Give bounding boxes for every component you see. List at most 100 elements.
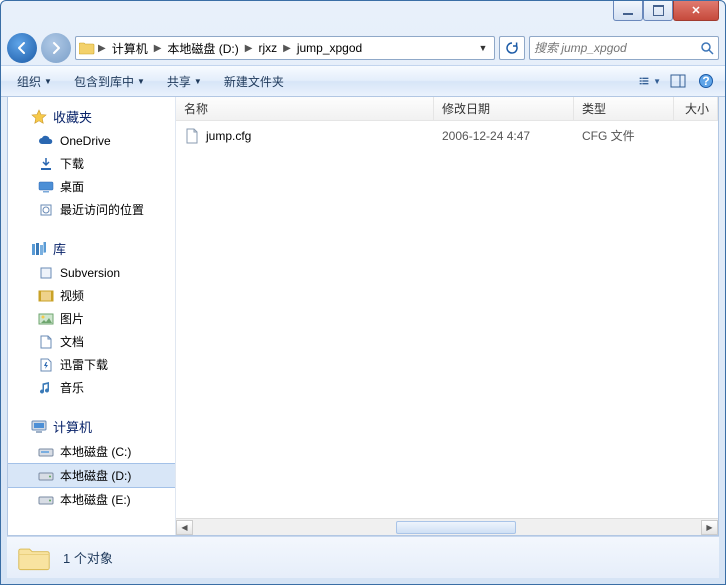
group-label: 计算机: [53, 417, 92, 436]
picture-icon: [38, 311, 54, 327]
address-bar[interactable]: ▶ 计算机 ▶ 本地磁盘 (D:) ▶ rjxz ▶ jump_xpgod ▼: [75, 36, 495, 60]
file-date: 2006-12-24 4:47: [434, 125, 574, 146]
scroll-left-button[interactable]: ◀: [176, 520, 193, 535]
tree-label: 音乐: [60, 379, 84, 396]
file-name: jump.cfg: [206, 129, 251, 143]
computer-group[interactable]: 计算机: [8, 413, 175, 440]
navigation-row: ▶ 计算机 ▶ 本地磁盘 (D:) ▶ rjxz ▶ jump_xpgod ▼: [1, 31, 725, 65]
sidebar-item-drive-d[interactable]: 本地磁盘 (D:): [8, 463, 175, 488]
video-icon: [38, 288, 54, 304]
tree-label: 图片: [60, 310, 84, 327]
search-box[interactable]: [529, 36, 719, 60]
tree-label: OneDrive: [60, 134, 111, 148]
group-label: 库: [53, 239, 66, 258]
document-icon: [38, 334, 54, 350]
status-bar: 1 个对象: [7, 536, 719, 578]
share-menu[interactable]: 共享▼: [159, 70, 210, 93]
back-button[interactable]: [7, 33, 37, 63]
chevron-right-icon: ▶: [243, 43, 255, 54]
music-icon: [38, 380, 54, 396]
file-type: CFG 文件: [574, 125, 674, 146]
file-icon: [184, 128, 200, 144]
search-input[interactable]: [534, 41, 696, 55]
sidebar-item-subversion[interactable]: Subversion: [8, 262, 175, 284]
forward-button[interactable]: [41, 33, 71, 63]
window-controls: [613, 1, 719, 21]
tree-label: 本地磁盘 (C:): [60, 443, 131, 460]
minimize-button[interactable]: [613, 1, 643, 21]
sidebar-item-music[interactable]: 音乐: [8, 376, 175, 399]
file-row[interactable]: jump.cfg 2006-12-24 4:47 CFG 文件: [176, 121, 718, 150]
tree-label: 视频: [60, 287, 84, 304]
toolbar-label: 包含到库中: [74, 73, 134, 90]
toolbar-label: 组织: [17, 73, 41, 90]
close-button[interactable]: [673, 1, 719, 21]
breadcrumb-segment[interactable]: rjxz: [254, 37, 281, 59]
svg-text:?: ?: [702, 74, 709, 88]
sidebar-item-thunder[interactable]: 迅雷下载: [8, 353, 175, 376]
column-headers: 名称 修改日期 类型 大小: [176, 97, 718, 121]
scroll-thumb[interactable]: [396, 521, 516, 534]
file-list-area: 名称 修改日期 类型 大小 jump.cfg 2006-12-24 4:47 C…: [176, 97, 718, 535]
sidebar-item-drive-e[interactable]: 本地磁盘 (E:): [8, 488, 175, 511]
sidebar-item-documents[interactable]: 文档: [8, 330, 175, 353]
sidebar-item-onedrive[interactable]: OneDrive: [8, 130, 175, 152]
tree-label: 迅雷下载: [60, 356, 108, 373]
horizontal-scrollbar[interactable]: ◀ ▶: [176, 518, 718, 535]
column-name[interactable]: 名称: [176, 97, 434, 120]
star-icon: [31, 109, 47, 125]
toolbar-label: 新建文件夹: [224, 73, 284, 90]
chevron-right-icon: ▶: [152, 43, 164, 54]
toolbar-label: 共享: [167, 73, 191, 90]
chevron-right-icon: ▶: [96, 43, 108, 54]
scroll-right-button[interactable]: ▶: [701, 520, 718, 535]
explorer-window: ▶ 计算机 ▶ 本地磁盘 (D:) ▶ rjxz ▶ jump_xpgod ▼ …: [0, 0, 726, 585]
refresh-button[interactable]: [499, 36, 525, 60]
search-icon: [700, 41, 714, 55]
breadcrumb-segment[interactable]: jump_xpgod: [293, 37, 366, 59]
download-icon: [38, 156, 54, 172]
chevron-down-icon: ▼: [44, 77, 52, 86]
thunder-icon: [38, 357, 54, 373]
help-icon: ?: [698, 73, 714, 89]
drive-icon: [38, 444, 54, 460]
view-options-button[interactable]: ▼: [639, 70, 661, 92]
navigation-pane: 收藏夹 OneDrive 下载 桌面 最近访问的位置 库 Subversion …: [8, 97, 176, 535]
sidebar-item-videos[interactable]: 视频: [8, 284, 175, 307]
organize-menu[interactable]: 组织▼: [9, 70, 60, 93]
drive-icon: [38, 468, 54, 484]
help-button[interactable]: ?: [695, 70, 717, 92]
computer-icon: [31, 419, 47, 435]
column-date[interactable]: 修改日期: [434, 97, 574, 120]
sidebar-item-downloads[interactable]: 下载: [8, 152, 175, 175]
address-dropdown[interactable]: ▼: [474, 43, 492, 53]
sidebar-item-desktop[interactable]: 桌面: [8, 175, 175, 198]
column-type[interactable]: 类型: [574, 97, 674, 120]
new-folder-button[interactable]: 新建文件夹: [216, 70, 292, 93]
sidebar-item-recent[interactable]: 最近访问的位置: [8, 198, 175, 221]
breadcrumb-segment[interactable]: 本地磁盘 (D:): [163, 37, 242, 59]
folder-icon: [78, 39, 96, 57]
sidebar-item-drive-c[interactable]: 本地磁盘 (C:): [8, 440, 175, 463]
recent-icon: [38, 202, 54, 218]
svn-icon: [38, 265, 54, 281]
chevron-right-icon: ▶: [281, 43, 293, 54]
maximize-button[interactable]: [643, 1, 673, 21]
breadcrumb-segment[interactable]: 计算机: [108, 37, 152, 59]
libraries-group[interactable]: 库: [8, 235, 175, 262]
toolbar: 组织▼ 包含到库中▼ 共享▼ 新建文件夹 ▼ ?: [1, 65, 725, 97]
chevron-down-icon: ▼: [194, 77, 202, 86]
column-size[interactable]: 大小: [674, 97, 718, 120]
file-list[interactable]: jump.cfg 2006-12-24 4:47 CFG 文件: [176, 121, 718, 518]
cloud-icon: [38, 133, 54, 149]
favorites-group[interactable]: 收藏夹: [8, 103, 175, 130]
sidebar-item-pictures[interactable]: 图片: [8, 307, 175, 330]
scroll-track[interactable]: [193, 520, 701, 535]
view-icon: [639, 74, 651, 88]
refresh-icon: [505, 41, 519, 55]
preview-pane-button[interactable]: [667, 70, 689, 92]
pane-icon: [670, 74, 686, 88]
file-size: [674, 125, 718, 146]
include-menu[interactable]: 包含到库中▼: [66, 70, 153, 93]
drive-icon: [38, 492, 54, 508]
